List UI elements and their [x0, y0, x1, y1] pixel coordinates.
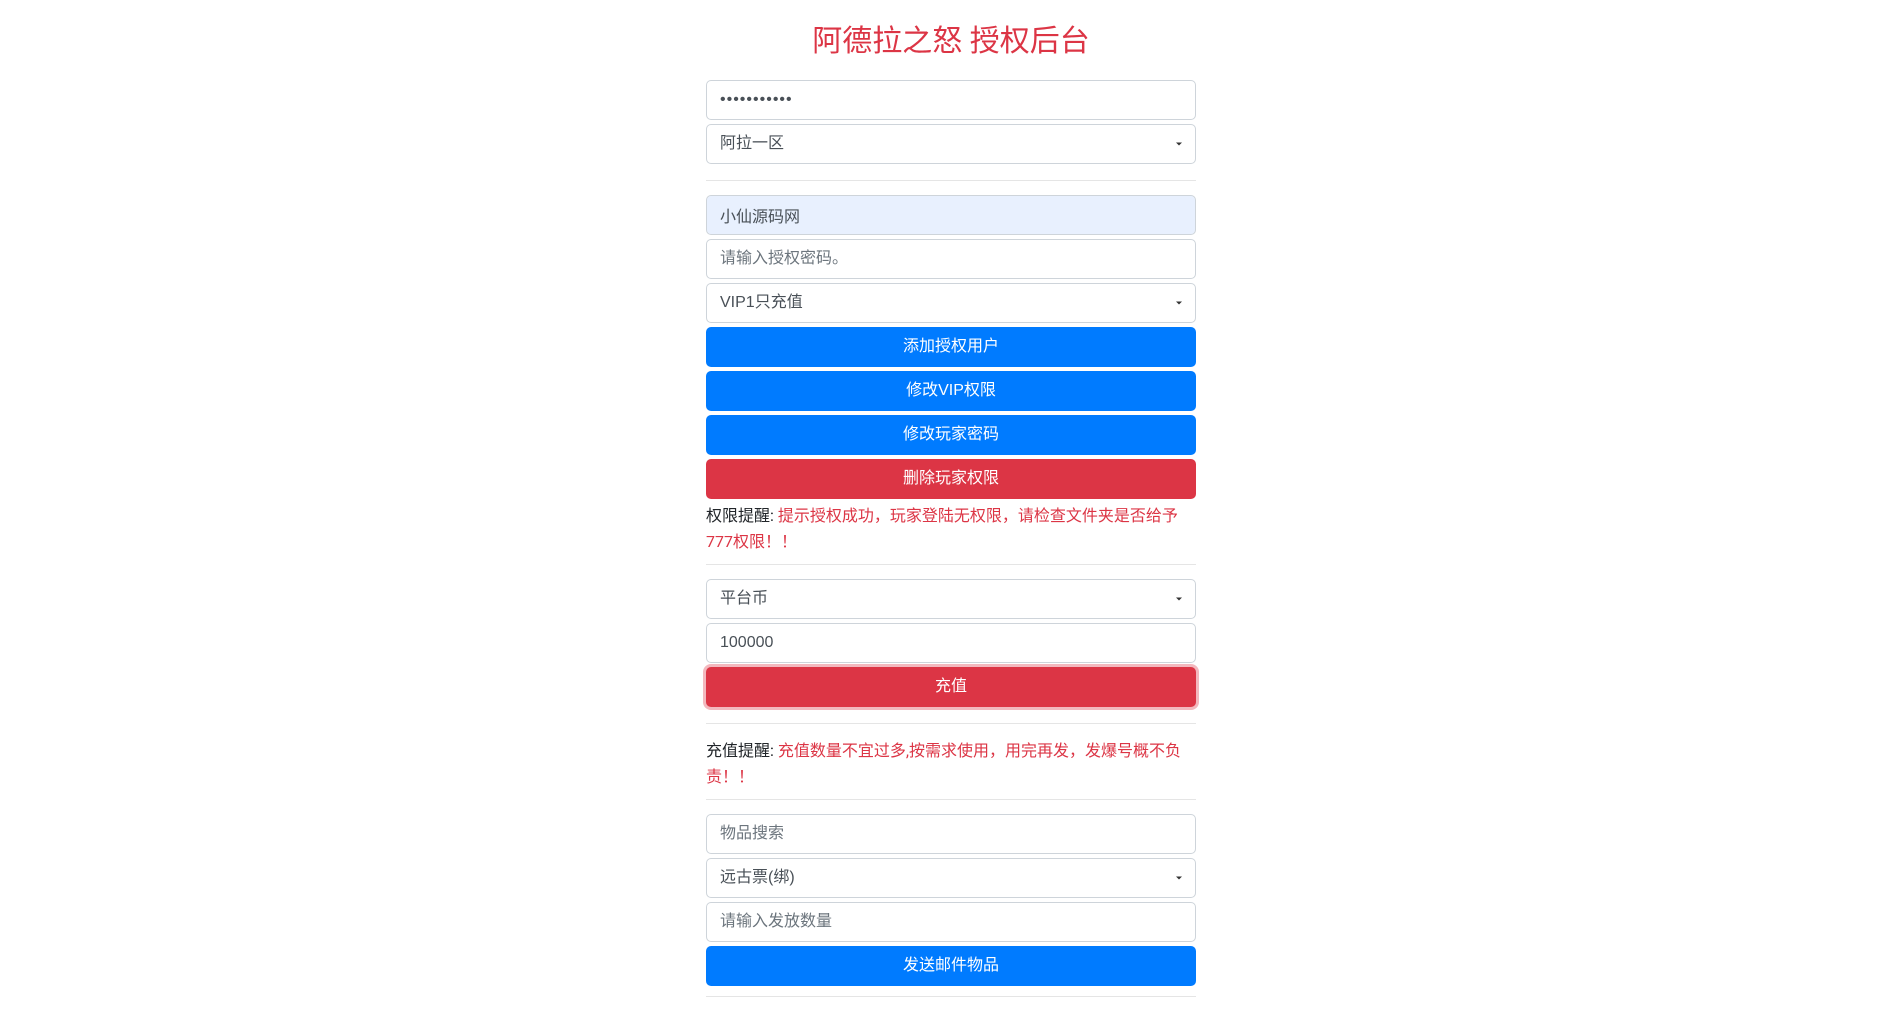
- divider: [706, 564, 1196, 565]
- auth-password-input[interactable]: [706, 239, 1196, 279]
- section-mail: 远古票(绑) 发送邮件物品: [706, 814, 1196, 986]
- send-mail-item-button[interactable]: 发送邮件物品: [706, 946, 1196, 986]
- permission-hint: 权限提醒: 提示授权成功，玩家登陆无权限，请检查文件夹是否给予777权限！！: [706, 503, 1196, 554]
- divider: [706, 723, 1196, 724]
- divider: [706, 180, 1196, 181]
- recharge-hint-label: 充值提醒:: [706, 741, 778, 760]
- add-auth-user-button[interactable]: 添加授权用户: [706, 327, 1196, 367]
- user-input[interactable]: [706, 195, 1196, 235]
- recharge-hint: 充值提醒: 充值数量不宜过多,按需求使用，用完再发，发爆号概不负责！！: [706, 738, 1196, 789]
- divider: [706, 996, 1196, 997]
- currency-select[interactable]: 平台币: [706, 579, 1196, 619]
- item-search-input[interactable]: [706, 814, 1196, 854]
- item-select[interactable]: 远古票(绑): [706, 858, 1196, 898]
- quantity-input[interactable]: [706, 902, 1196, 942]
- main-container: 阿德拉之怒 授权后台 阿拉一区 VIP1只充值 添加授权用户 修改VIP权限 修…: [696, 16, 1206, 997]
- modify-vip-button[interactable]: 修改VIP权限: [706, 371, 1196, 411]
- delete-player-perm-button[interactable]: 删除玩家权限: [706, 459, 1196, 499]
- permission-hint-label: 权限提醒:: [706, 506, 778, 525]
- page-title: 阿德拉之怒 授权后台: [706, 16, 1196, 60]
- modify-player-password-button[interactable]: 修改玩家密码: [706, 415, 1196, 455]
- section-login: 阿拉一区: [706, 80, 1196, 164]
- recharge-button[interactable]: 充值: [706, 667, 1196, 707]
- recharge-hint-text: 充值数量不宜过多,按需求使用，用完再发，发爆号概不负责！！: [706, 741, 1181, 786]
- section-auth: VIP1只充值 添加授权用户 修改VIP权限 修改玩家密码 删除玩家权限 权限提…: [706, 195, 1196, 554]
- vip-select[interactable]: VIP1只充值: [706, 283, 1196, 323]
- password-input[interactable]: [706, 80, 1196, 120]
- section-recharge: 平台币 充值: [706, 579, 1196, 707]
- server-select[interactable]: 阿拉一区: [706, 124, 1196, 164]
- amount-input[interactable]: [706, 623, 1196, 663]
- divider: [706, 799, 1196, 800]
